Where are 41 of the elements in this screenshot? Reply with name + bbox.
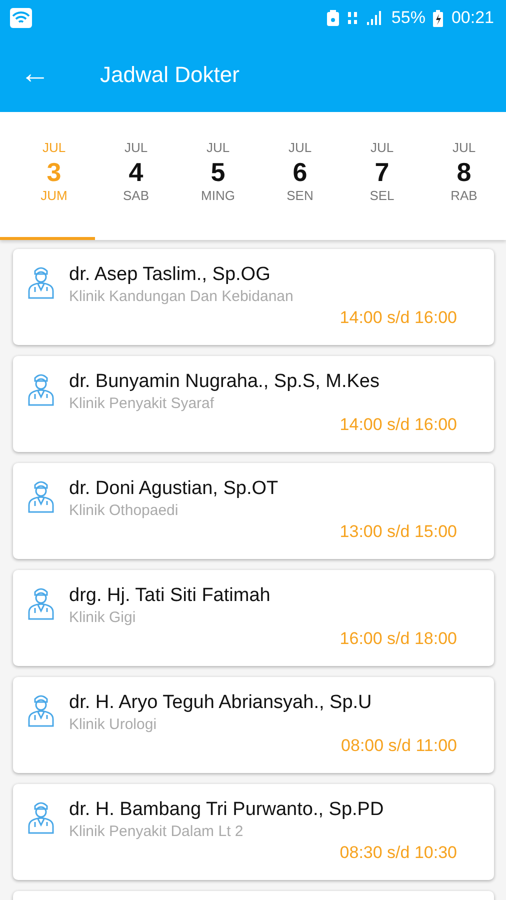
doctor-name: dr. H. Bambang Tri Purwanto., Sp.PD: [69, 798, 385, 822]
schedule-time: 08:00 s/d 11:00: [340, 735, 457, 757]
date-tab[interactable]: JUL 4 SAB: [95, 112, 177, 204]
clinic-name: Klinik Urologi: [69, 715, 158, 735]
signal-icon: [367, 10, 384, 26]
schedule-time: 14:00 s/d 16:00: [338, 307, 457, 329]
doctor-name: dr. H. Aryo Teguh Abriansyah., Sp.U: [69, 691, 373, 715]
doctor-card[interactable]: dr. Bunyamin Nugraha., Sp.S, M.Kes Klinik Penyakit Syaraf 14:00 s/d 16:00: [13, 356, 494, 452]
doctor-name: drg. Hj. Tati Siti Fatimah: [69, 584, 272, 608]
doctor-name: dr. Asep Taslim., Sp.OG: [69, 263, 272, 287]
schedule-time: 08:30 s/d 10:30: [338, 842, 457, 864]
battery-percent: 55%: [391, 7, 426, 30]
doctor-card[interactable]: dr. Asep Taslim., Sp.OG Klinik Kandungan Dan Kebidanan 14:00 s/d 16:00: [13, 249, 494, 345]
schedule-time: 13:00 s/d 15:00: [338, 521, 457, 543]
clinic-name: Klinik Gigi: [69, 608, 137, 628]
doctor-card[interactable]: dr. H. Aryo Teguh Abriansyah., Sp.U Klinik Urologi 08:00 s/d 11:00: [13, 677, 494, 773]
doctor-icon: [27, 265, 55, 299]
battery-charging-icon: [433, 10, 444, 26]
doctor-card[interactable]: dr. H. Bambang Tri Purwanto., Sp.PD Klinik Penyakit Dalam Lt 2 08:30 s/d 10:30: [13, 784, 494, 880]
date-tab[interactable]: JUL 6 SEN: [259, 112, 341, 204]
doctor-icon: [27, 372, 55, 406]
screen-title: Jadwal Dokter: [100, 60, 240, 88]
clinic-name: Klinik Penyakit Syaraf: [69, 394, 216, 414]
schedule-time: 14:00 s/d 16:00: [338, 414, 457, 436]
clinic-name: Klinik Kandungan Dan Kebidanan: [69, 287, 294, 307]
clock: 00:21: [451, 7, 494, 30]
doctor-card[interactable]: dr. Doni Agustian, Sp.OT Klinik Othopaedi 13:00 s/d 15:00: [13, 463, 494, 559]
doctor-icon: [27, 479, 55, 513]
doctor-name: dr. Doni Agustian, Sp.OT: [69, 477, 280, 501]
doctor-icon: [27, 800, 55, 834]
date-tab[interactable]: JUL 5 MING: [177, 112, 259, 204]
clinic-name: Klinik Othopaedi: [69, 501, 180, 521]
date-tab[interactable]: JUL 8 RAB: [423, 112, 505, 204]
schedule-time: 16:00 s/d 18:00: [338, 628, 457, 650]
date-tab[interactable]: JUL 7 SEL: [341, 112, 423, 204]
doctor-icon: [27, 693, 55, 727]
doctor-icon: [27, 586, 55, 620]
clinic-name: Klinik Penyakit Dalam Lt 2: [69, 822, 244, 842]
doctor-card[interactable]: drg. Hj. Tati Siti Fatimah Klinik Gigi 16:00 s/d 18:00: [13, 570, 494, 666]
doctor-name: dr. Bunyamin Nugraha., Sp.S, M.Kes: [69, 370, 380, 394]
wifi-icon: [10, 8, 32, 28]
